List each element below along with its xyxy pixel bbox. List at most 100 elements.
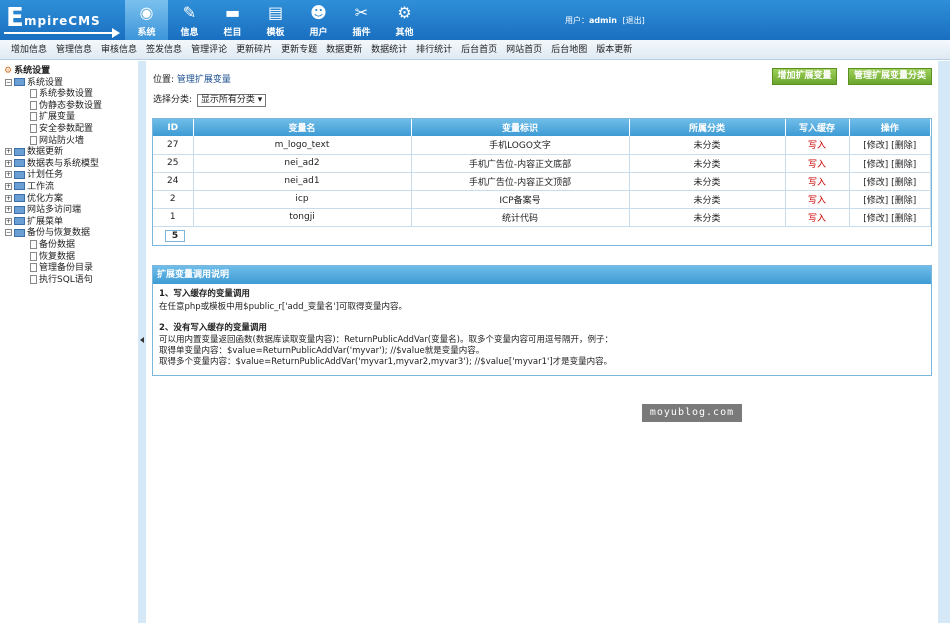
collapse-icon[interactable]: − [5,78,12,86]
quick-nav-item[interactable]: 更新碎片 [236,40,272,59]
tree-item[interactable]: 执行SQL语句 [4,274,138,287]
tree-item[interactable]: + 计划任务 [4,170,138,182]
help-body: 1、写入缓存的变量调用 在任意php或模板中用$public_r['add_变量… [153,284,931,372]
quick-nav-item[interactable]: 签发信息 [146,40,182,59]
pager: 5 [153,227,931,245]
quick-nav-item[interactable]: 数据更新 [326,40,362,59]
breadcrumb-link[interactable]: 管理扩展变量 [177,75,231,85]
breadcrumb: 位置: 管理扩展变量 [153,72,231,85]
row-actions[interactable]: [修改] [删除] [849,208,931,227]
nav-tab-4[interactable]: ☻ 用户 [297,0,340,40]
empirecms-logo[interactable]: E mpireCMS [4,3,122,38]
nav-tab-3[interactable]: ▤ 模板 [254,0,297,40]
nav-tab-6[interactable]: ⚙ 其他 [383,0,426,40]
tree-item[interactable]: ⚙ 系统设置 [4,66,138,78]
expand-icon[interactable]: + [5,171,12,179]
tree-item[interactable]: 扩展变量 [4,112,138,124]
tree-item-label: 系统参数设置 [39,89,94,100]
expand-icon[interactable]: + [5,194,12,202]
quick-nav-item[interactable]: 后台首页 [461,40,497,59]
quick-nav-item[interactable]: 网站首页 [506,40,542,59]
row-actions[interactable]: [修改] [删除] [849,172,931,191]
write-cache-link[interactable]: 写入 [785,190,850,209]
nav-tab-label: 系统 [137,28,156,38]
folder-icon [14,217,25,226]
tree-item-label: 优化方案 [27,193,64,204]
page-icon [30,123,37,133]
settings-icon: ⚙ [4,66,13,76]
quick-nav-item[interactable]: 排行统计 [416,40,452,59]
page-icon [30,135,37,145]
folder-icon: ▬ [224,3,241,22]
main-nav: ◉ 系统 ✎ 信息 ▬ 栏目 ▤ 模板 ☻ 用户 ✂ 插件 ⚙ 其他 [125,0,426,40]
category-filter: 选择分类: 显示所有分类 ▾ [153,92,267,107]
sidebar-splitter[interactable] [138,61,146,623]
tree-item[interactable]: + 工作流 [4,182,138,194]
tree-item[interactable]: + 优化方案 [4,194,138,206]
expand-icon[interactable]: + [5,217,12,225]
quick-nav-bar: 增加信息 管理信息 审核信息 签发信息 管理评论 更新碎片 更新专题 数据更新 数据统计 排行统计… [0,40,950,60]
row-actions[interactable]: [修改] [删除] [849,190,931,209]
quick-nav-item[interactable]: 增加信息 [11,40,47,59]
quick-nav-item[interactable]: 管理评论 [191,40,227,59]
category-select[interactable]: 显示所有分类 ▾ [196,94,267,107]
tree-item[interactable]: 管理备份目录 [4,263,138,275]
expand-icon[interactable]: + [5,148,12,156]
page-icon [30,239,37,249]
tree-item[interactable]: 系统参数设置 [4,89,138,101]
tree-item[interactable]: + 数据表与系统模型 [4,159,138,171]
cell-id: 2 [153,190,194,209]
page-icon [30,251,37,261]
write-cache-link[interactable]: 写入 [785,208,850,227]
expand-icon[interactable]: + [5,182,12,190]
tree-item[interactable]: + 扩展菜单 [4,217,138,229]
collapse-icon[interactable]: − [5,229,12,237]
user-info: 用户：admin [退出] [565,15,645,26]
tree-item-label: 系统设置 [14,66,51,76]
tree-item[interactable]: 恢复数据 [4,251,138,264]
nav-tab-5[interactable]: ✂ 插件 [340,0,383,40]
tree-item[interactable]: 安全参数配置 [4,123,138,136]
expand-icon[interactable]: + [5,159,12,167]
write-cache-link[interactable]: 写入 [785,172,850,191]
tree-item[interactable]: 网站防火墙 [4,135,138,148]
user-label: 用户： [565,16,589,25]
quick-nav-item[interactable]: 后台地图 [551,40,587,59]
page-count[interactable]: 5 [165,229,185,242]
page-icon [30,263,37,273]
tree-item[interactable]: 备份数据 [4,239,138,252]
quick-nav-item[interactable]: 版本更新 [596,40,632,59]
tree-item[interactable]: + 数据更新 [4,147,138,159]
nav-tab-1[interactable]: ✎ 信息 [168,0,211,40]
nav-tab-2[interactable]: ▬ 栏目 [211,0,254,40]
write-cache-link[interactable]: 写入 [785,136,850,155]
expand-icon[interactable]: + [5,206,12,214]
tree-item[interactable]: − 备份与恢复数据 [4,228,138,240]
manage-category-button[interactable]: 管理扩展变量分类 [848,68,932,85]
help-text-3: 取得单变量内容：$value=ReturnPublicAddVar('myvar… [159,346,485,357]
table-body: 27 m_logo_text 手机LOGO文字 未分类 写入 [修改] [删除] 25 nei… [153,136,931,227]
quick-nav-item[interactable]: 管理信息 [56,40,92,59]
tree-item[interactable]: + 网站多访问端 [4,205,138,217]
tree-item-label: 数据表与系统模型 [27,158,100,169]
tree-item[interactable]: 伪静态参数设置 [4,100,138,113]
quick-nav-item[interactable]: 更新专题 [281,40,317,59]
nav-tab-0[interactable]: ◉ 系统 [125,0,168,40]
row-actions[interactable]: [修改] [删除] [849,136,931,155]
tree-item-label: 网站多访问端 [27,205,82,216]
tree-item-label: 数据更新 [27,147,64,158]
help-title: 扩展变量调用说明 [153,266,931,284]
logout-link[interactable]: [退出] [622,16,644,25]
quick-nav-item[interactable]: 数据统计 [371,40,407,59]
column-header: 所属分类 [629,119,786,136]
add-variable-button[interactable]: 增加扩展变量 [772,68,837,85]
quick-nav-item[interactable]: 审核信息 [101,40,137,59]
write-cache-link[interactable]: 写入 [785,154,850,173]
tree-item[interactable]: − 系统设置 [4,78,138,90]
tree-item-label: 工作流 [27,181,55,192]
row-actions[interactable]: [修改] [删除] [849,154,931,173]
logo-letter: E [6,3,24,33]
collapse-arrow-icon[interactable] [140,337,144,343]
sidebar: ⚙ 系统设置 − 系统设置 系统参数设置 伪静态参数设置 扩展变量 安全参数配置 网站防火墙 + 数… [0,61,138,623]
folder-icon [14,182,25,191]
